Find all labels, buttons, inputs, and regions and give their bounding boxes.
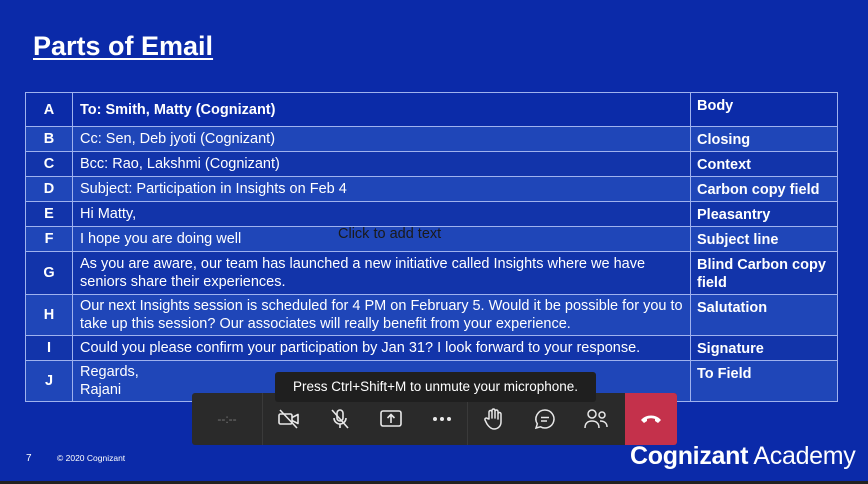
table-row: C Bcc: Rao, Lakshmi (Cognizant) Context bbox=[25, 151, 838, 177]
hang-up-button[interactable] bbox=[625, 393, 677, 445]
row-letter: G bbox=[25, 251, 73, 295]
row-text: Hi Matty, bbox=[72, 201, 691, 227]
chat-icon bbox=[534, 409, 555, 430]
row-option: Closing bbox=[690, 126, 838, 152]
row-text: Bcc: Rao, Lakshmi (Cognizant) bbox=[72, 151, 691, 177]
row-option: To Field bbox=[690, 360, 838, 402]
table-row: H Our next Insights session is scheduled… bbox=[25, 294, 838, 336]
row-option: Pleasantry bbox=[690, 201, 838, 227]
row-option: Carbon copy field bbox=[690, 176, 838, 202]
row-letter: F bbox=[25, 226, 73, 252]
row-letter: A bbox=[25, 92, 73, 127]
brand-name: Cognizant bbox=[630, 442, 749, 470]
row-letter: C bbox=[25, 151, 73, 177]
row-option: Salutation bbox=[690, 294, 838, 336]
row-letter: E bbox=[25, 201, 73, 227]
table-row: I Could you please confirm your particip… bbox=[25, 335, 838, 361]
row-text: Cc: Sen, Deb jyoti (Cognizant) bbox=[72, 126, 691, 152]
row-option: Blind Carbon copy field bbox=[690, 251, 838, 295]
row-letter: D bbox=[25, 176, 73, 202]
row-text: Could you please confirm your participat… bbox=[72, 335, 691, 361]
mic-off-icon bbox=[330, 409, 349, 429]
row-option: Context bbox=[690, 151, 838, 177]
slide-number: 7 bbox=[26, 453, 32, 464]
more-icon bbox=[432, 417, 451, 421]
brand-logo: Cognizant Academy bbox=[630, 442, 856, 471]
raise-hand-icon bbox=[483, 408, 502, 430]
add-text-placeholder[interactable]: Click to add text bbox=[338, 226, 441, 242]
row-letter: J bbox=[25, 360, 73, 402]
participants-icon bbox=[583, 409, 608, 429]
call-timer: --:-- bbox=[192, 393, 263, 445]
row-text: Our next Insights session is scheduled f… bbox=[72, 294, 691, 336]
email-parts-table: A To: Smith, Matty (Cognizant) Body B Cc… bbox=[25, 92, 838, 402]
row-letter: B bbox=[25, 126, 73, 152]
row-letter: H bbox=[25, 294, 73, 336]
row-letter: I bbox=[25, 335, 73, 361]
table-row: G As you are aware, our team has launche… bbox=[25, 251, 838, 295]
row-text: Subject: Participation in Insights on Fe… bbox=[72, 176, 691, 202]
row-option: Subject line bbox=[690, 226, 838, 252]
row-text: As you are aware, our team has launched … bbox=[72, 251, 691, 295]
copyright-text: © 2020 Cognizant bbox=[57, 453, 126, 463]
table-row: B Cc: Sen, Deb jyoti (Cognizant) Closing bbox=[25, 126, 838, 152]
hang-up-icon bbox=[641, 415, 661, 423]
row-option: Body bbox=[690, 92, 838, 127]
brand-suffix: Academy bbox=[748, 442, 856, 470]
camera-off-icon bbox=[277, 409, 299, 429]
slide-title: Parts of Email bbox=[33, 31, 214, 61]
table-row: D Subject: Participation in Insights on … bbox=[25, 176, 838, 202]
table-row: A To: Smith, Matty (Cognizant) Body bbox=[25, 92, 838, 127]
row-option: Signature bbox=[690, 335, 838, 361]
share-screen-icon bbox=[379, 410, 402, 427]
table-row: E Hi Matty, Pleasantry bbox=[25, 201, 838, 227]
row-text: To: Smith, Matty (Cognizant) bbox=[72, 92, 691, 127]
unmute-tooltip: Press Ctrl+Shift+M to unmute your microp… bbox=[275, 372, 596, 402]
